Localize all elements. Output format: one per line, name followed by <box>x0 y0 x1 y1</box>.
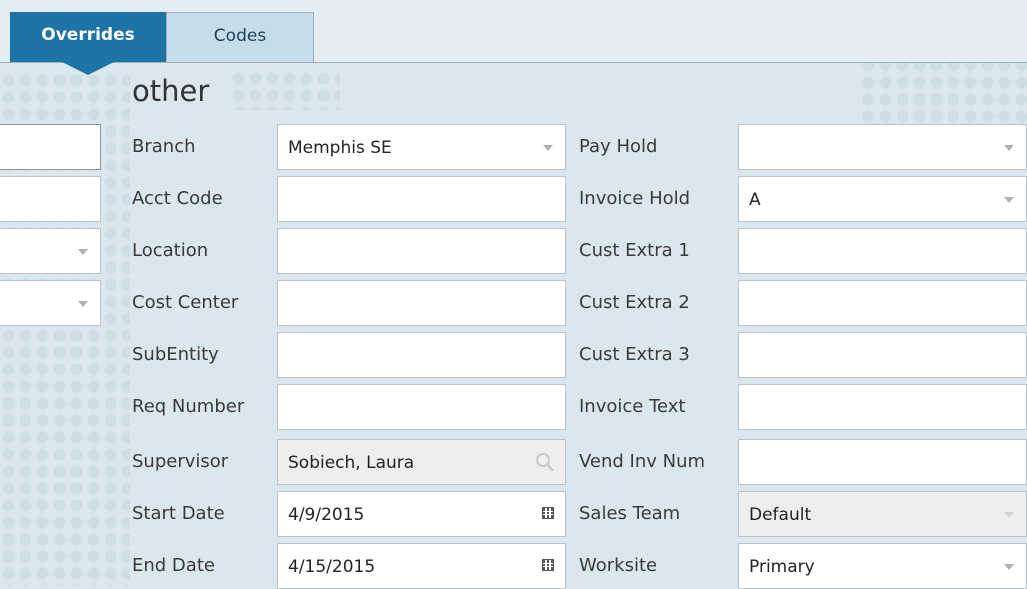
location-label: Location <box>132 240 209 261</box>
start-date-input[interactable]: 4/9/2015 <box>277 491 566 537</box>
acct-code-label: Acct Code <box>132 188 223 209</box>
partial-left-dropdown-2[interactable] <box>0 280 101 326</box>
sales-team-value: Default <box>749 505 812 525</box>
chevron-down-icon <box>1004 197 1014 203</box>
req-number-input[interactable] <box>277 384 566 430</box>
sales-team-dropdown[interactable]: Default <box>738 491 1027 537</box>
worksite-label: Worksite <box>579 555 658 576</box>
partial-left-dropdown-1[interactable] <box>0 228 101 274</box>
section-title: other <box>132 74 210 108</box>
subentity-label: SubEntity <box>132 344 219 365</box>
req-number-label: Req Number <box>132 396 245 417</box>
invoice-hold-label: Invoice Hold <box>579 188 691 209</box>
cost-center-label: Cost Center <box>132 292 239 313</box>
end-date-input[interactable]: 4/15/2015 <box>277 543 566 589</box>
calendar-icon[interactable] <box>542 559 554 571</box>
chevron-down-icon <box>78 301 88 307</box>
acct-code-input[interactable] <box>277 176 566 222</box>
invoice-hold-dropdown[interactable]: A <box>738 176 1027 222</box>
subentity-input[interactable] <box>277 332 566 378</box>
chevron-down-icon <box>1004 145 1014 151</box>
supervisor-label: Supervisor <box>132 451 229 472</box>
branch-label: Branch <box>132 136 196 157</box>
cust-extra-1-input[interactable] <box>738 228 1027 274</box>
end-date-value: 4/15/2015 <box>288 557 376 577</box>
partial-left-field-1[interactable] <box>0 124 101 170</box>
supervisor-value: Sobiech, Laura <box>288 453 415 473</box>
worksite-value: Primary <box>749 557 815 577</box>
cust-extra-3-input[interactable] <box>738 332 1027 378</box>
cust-extra-2-input[interactable] <box>738 280 1027 326</box>
invoice-text-input[interactable] <box>738 384 1027 430</box>
chevron-down-icon <box>78 249 88 255</box>
partial-left-field-2[interactable] <box>0 176 101 222</box>
background-dots-top <box>230 70 340 110</box>
cust-extra-1-label: Cust Extra 1 <box>579 240 690 261</box>
tab-overrides[interactable]: Overrides <box>10 12 166 75</box>
invoice-text-label: Invoice Text <box>579 396 686 417</box>
branch-dropdown[interactable]: Memphis SE <box>277 124 566 170</box>
search-icon[interactable] <box>535 452 555 474</box>
cust-extra-3-label: Cust Extra 3 <box>579 344 690 365</box>
cost-center-input[interactable] <box>277 280 566 326</box>
supervisor-field[interactable]: Sobiech, Laura <box>277 439 566 485</box>
chevron-down-icon <box>543 145 553 151</box>
chevron-down-icon <box>1004 564 1014 570</box>
chevron-down-icon <box>1004 512 1014 518</box>
cust-extra-2-label: Cust Extra 2 <box>579 292 690 313</box>
start-date-value: 4/9/2015 <box>288 505 365 525</box>
location-input[interactable] <box>277 228 566 274</box>
end-date-label: End Date <box>132 555 215 576</box>
start-date-label: Start Date <box>132 503 225 524</box>
branch-value: Memphis SE <box>288 138 392 158</box>
invoice-hold-value: A <box>749 190 761 210</box>
vend-inv-num-label: Vend Inv Num <box>579 451 706 472</box>
tab-codes[interactable]: Codes <box>166 12 314 62</box>
vend-inv-num-input[interactable] <box>738 439 1027 485</box>
sales-team-label: Sales Team <box>579 503 681 524</box>
calendar-icon[interactable] <box>542 507 554 519</box>
tab-bar: Overrides Codes <box>0 0 1027 75</box>
pay-hold-label: Pay Hold <box>579 136 658 157</box>
pay-hold-dropdown[interactable] <box>738 124 1027 170</box>
worksite-dropdown[interactable]: Primary <box>738 543 1027 589</box>
